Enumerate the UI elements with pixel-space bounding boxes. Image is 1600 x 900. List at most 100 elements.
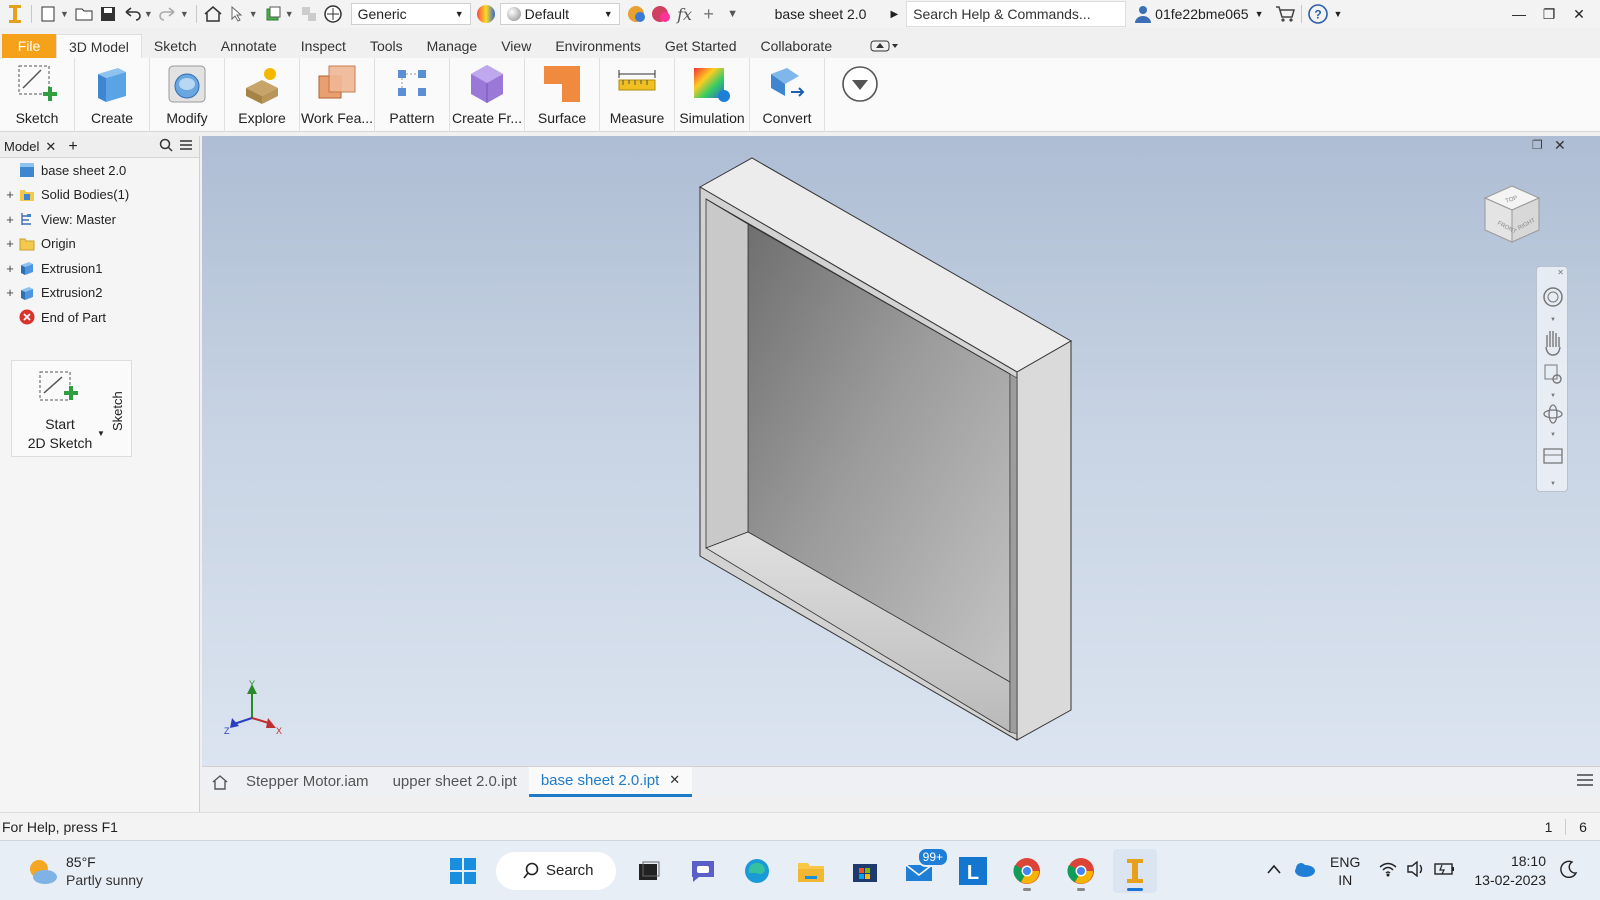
ribbon-tab-sketch[interactable]: Sketch xyxy=(142,34,209,58)
ribbon-button-sketch[interactable]: Sketch xyxy=(0,58,75,132)
ribbon-button-create-fr[interactable]: Create Fr... xyxy=(450,58,525,132)
restore-icon[interactable]: ❐ xyxy=(1534,1,1564,27)
chevron-down-icon[interactable]: ▼ xyxy=(97,429,105,438)
viewcube[interactable]: TOP FRONT RIGHT xyxy=(1477,180,1547,253)
expand-plus-icon[interactable]: + xyxy=(5,285,15,300)
ribbon-button-measure[interactable]: Measure xyxy=(600,58,675,132)
file-explorer-icon[interactable] xyxy=(789,849,833,893)
start-button[interactable] xyxy=(441,849,485,893)
ribbon-button-simulation[interactable]: Simulation xyxy=(675,58,750,132)
task-view-icon[interactable] xyxy=(627,849,671,893)
minimize-icon[interactable]: — xyxy=(1504,1,1534,27)
lumion-app-icon[interactable]: L xyxy=(951,849,995,893)
ribbon-tab-3d-model[interactable]: 3D Model xyxy=(56,34,142,58)
save-icon[interactable] xyxy=(97,3,119,25)
select-icon[interactable] xyxy=(226,3,248,25)
close-icon[interactable]: ✕ xyxy=(45,139,56,155)
expand-plus-icon[interactable]: + xyxy=(5,187,15,202)
ribbon-tab-inspect[interactable]: Inspect xyxy=(289,34,358,58)
document-tab-stepper-motor-iam[interactable]: Stepper Motor.iam xyxy=(234,767,381,797)
maximize-view-icon[interactable]: ❐ xyxy=(1532,138,1543,152)
ribbon-button-pattern[interactable]: Pattern xyxy=(375,58,450,132)
volume-icon[interactable] xyxy=(1406,860,1426,880)
close-icon[interactable]: ✕ xyxy=(1564,1,1594,27)
graphics-viewport[interactable]: TOP FRONT RIGHT ❐ ✕ ✕ ▼ ▼ ▼ ▼ Y X Z xyxy=(202,136,1600,766)
tree-item-origin[interactable]: + Origin xyxy=(0,232,199,257)
appearance-color-icon[interactable] xyxy=(475,3,497,25)
language-indicator[interactable]: ENG IN xyxy=(1330,853,1360,889)
ribbon-tab-tools[interactable]: Tools xyxy=(358,34,415,58)
expand-plus-icon[interactable]: + xyxy=(5,212,15,227)
start-2d-sketch-card[interactable]: Start 2D Sketch ▼ Sketch xyxy=(11,360,132,457)
hamburger-menu-icon[interactable] xyxy=(1576,773,1594,790)
appearance-override-icon[interactable] xyxy=(322,3,344,25)
notification-moon-icon[interactable] xyxy=(1560,860,1578,881)
chrome-icon[interactable] xyxy=(1005,849,1049,893)
ribbon-button-create[interactable]: Create xyxy=(75,58,150,132)
ribbon-tab-collaborate[interactable]: Collaborate xyxy=(749,34,845,58)
tree-item-extrusion2[interactable]: + Extrusion2 xyxy=(0,281,199,306)
user-icon[interactable] xyxy=(1132,3,1154,25)
edge-browser-icon[interactable] xyxy=(735,849,779,893)
tree-item-base-sheet-2-0[interactable]: base sheet 2.0 xyxy=(0,158,199,183)
add-icon[interactable]: + xyxy=(698,3,720,25)
help-dropdown-icon[interactable]: ▼ xyxy=(1334,9,1343,19)
expand-plus-icon[interactable]: + xyxy=(5,261,15,276)
clear-appearance-icon[interactable] xyxy=(650,3,672,25)
ribbon-button-convert[interactable]: Convert xyxy=(750,58,825,132)
ribbon-button-work-fea[interactable]: Work Fea... xyxy=(300,58,375,132)
undo-icon[interactable] xyxy=(121,3,143,25)
ribbon-tab-annotate[interactable]: Annotate xyxy=(209,34,289,58)
show-hidden-icons[interactable] xyxy=(1266,863,1282,878)
parameters-fx-icon[interactable]: fx xyxy=(674,3,696,25)
ribbon-options-dropdown-icon[interactable] xyxy=(858,34,912,58)
ribbon-tab-get-started[interactable]: Get Started xyxy=(653,34,749,58)
open-folder-icon[interactable] xyxy=(73,3,95,25)
tree-item-end-of-part[interactable]: End of Part xyxy=(0,305,199,330)
menu-icon[interactable] xyxy=(179,139,193,154)
ribbon-button-modify[interactable]: Modify xyxy=(150,58,225,132)
inventor-taskbar-icon[interactable] xyxy=(1113,848,1157,893)
undo-dropdown-icon[interactable]: ▼ xyxy=(144,9,153,19)
microsoft-store-icon[interactable] xyxy=(843,849,887,893)
tree-item-solid-bodies-1[interactable]: + Solid Bodies(1) xyxy=(0,183,199,208)
expand-plus-icon[interactable]: + xyxy=(5,236,15,251)
onedrive-icon[interactable] xyxy=(1292,861,1316,880)
ribbon-tab-manage[interactable]: Manage xyxy=(415,34,490,58)
update-icon[interactable] xyxy=(262,3,284,25)
add-tab-icon[interactable]: + xyxy=(68,138,77,156)
ifeature-icon[interactable] xyxy=(298,3,320,25)
browser-tab-model[interactable]: Model xyxy=(0,139,45,154)
battery-icon[interactable] xyxy=(1434,862,1456,879)
redo-dropdown-icon[interactable]: ▼ xyxy=(180,9,189,19)
ribbon-button-explore[interactable]: Explore xyxy=(225,58,300,132)
document-tab-upper-sheet-2-0-ipt[interactable]: upper sheet 2.0.ipt xyxy=(381,767,529,797)
help-icon[interactable]: ? xyxy=(1307,3,1329,25)
appearance-select[interactable]: Default ▼ xyxy=(499,3,620,25)
ribbon-tab-view[interactable]: View xyxy=(489,34,543,58)
close-tab-icon[interactable]: ✕ xyxy=(669,772,680,788)
new-file-icon[interactable] xyxy=(37,3,59,25)
ribbon-tab-environments[interactable]: Environments xyxy=(543,34,653,58)
close-view-icon[interactable]: ✕ xyxy=(1554,137,1566,154)
help-search-input[interactable]: Search Help & Commands... xyxy=(906,1,1127,27)
inventor-app-icon[interactable] xyxy=(4,3,26,25)
ribbon-button-surface[interactable]: Surface xyxy=(525,58,600,132)
redo-icon[interactable] xyxy=(157,3,179,25)
material-select[interactable]: Generic ▼ xyxy=(350,3,471,25)
customize-dropdown-icon[interactable]: ▼ xyxy=(722,3,744,25)
clock[interactable]: 18:10 13-02-2023 xyxy=(1474,852,1546,890)
search-icon[interactable] xyxy=(159,138,173,155)
more-panels-button[interactable] xyxy=(825,58,895,131)
weather-widget[interactable]: 85°F Partly sunny xyxy=(26,853,196,889)
home-icon[interactable] xyxy=(206,774,234,790)
select-dropdown-icon[interactable]: ▼ xyxy=(249,9,258,19)
cart-icon[interactable] xyxy=(1274,3,1296,25)
tree-item-view-master[interactable]: + View: Master xyxy=(0,207,199,232)
tree-item-extrusion1[interactable]: + Extrusion1 xyxy=(0,256,199,281)
user-name[interactable]: 01fe22bme065 xyxy=(1155,6,1248,22)
mail-icon[interactable]: 99+ xyxy=(897,846,949,893)
taskbar-search[interactable]: Search xyxy=(496,851,616,890)
chrome-profile-icon[interactable] xyxy=(1059,849,1103,893)
user-dropdown-icon[interactable]: ▼ xyxy=(1255,9,1264,19)
